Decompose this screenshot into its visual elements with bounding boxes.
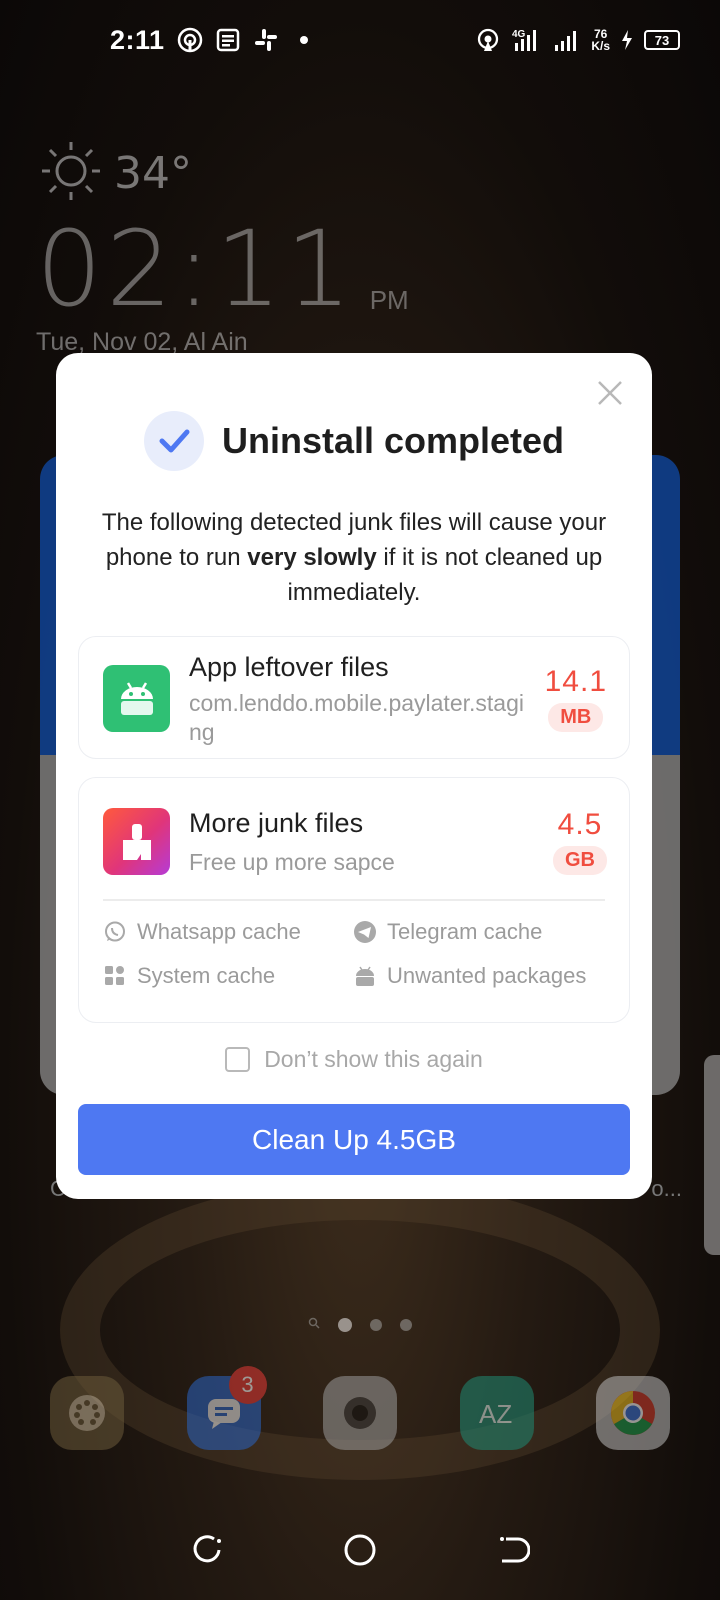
app-leftover-size-unit: MB <box>548 703 604 732</box>
background-label-right: o... <box>651 1176 682 1201</box>
junk-item-telegram: Telegram cache <box>353 919 613 944</box>
junk-item-whatsapp: Whatsapp cache <box>103 919 353 944</box>
more-junk-size-value: 4.5 <box>557 808 603 841</box>
junk-item-label: Unwanted packages <box>387 963 587 988</box>
network-speed-unit: K/s <box>591 39 610 53</box>
app-leftover-size: 14.1 MB <box>545 665 607 732</box>
status-time: 2:11 <box>110 24 165 55</box>
search-page-icon <box>308 1316 320 1334</box>
status-bar: 2:11 4G 76 K/s 73 <box>0 0 720 80</box>
whatsapp-icon <box>103 920 127 944</box>
uninstall-dialog: Uninstall completed The following detect… <box>56 353 652 1199</box>
more-junk-size: 4.5 GB <box>553 808 607 875</box>
app-leftover-size-value: 14.1 <box>544 665 607 698</box>
home-button[interactable] <box>330 1520 390 1580</box>
status-bar-right: 4G 76 K/s 73 <box>475 27 680 53</box>
junk-item-label: System cache <box>137 963 276 988</box>
dialog-header: Uninstall completed <box>56 411 652 471</box>
junk-categories: Whatsapp cache Telegram cache System cac… <box>103 919 613 988</box>
android-app-icon <box>103 665 170 732</box>
page-dot-home <box>338 1318 352 1332</box>
notification-dot-icon <box>291 27 317 53</box>
slack-icon <box>253 27 279 53</box>
app-leftover-card: App leftover files com.lenddo.mobile.pay… <box>78 636 630 759</box>
cellular-signal-icon <box>553 27 581 53</box>
more-junk-size-unit: GB <box>553 846 607 875</box>
junk-item-packages: Unwanted packages <box>353 963 613 988</box>
page-dot <box>400 1319 412 1331</box>
hotspot-icon <box>177 27 203 53</box>
svg-text:4G: 4G <box>512 29 526 40</box>
broom-icon <box>103 808 170 875</box>
news-icon <box>215 27 241 53</box>
battery-indicator: 73 <box>644 30 680 50</box>
dont-show-again[interactable]: Don’t show this again <box>56 1046 652 1073</box>
network-speed: 76 K/s <box>591 28 610 52</box>
system-grid-icon <box>103 964 127 988</box>
weather-widget: 34° <box>40 140 192 207</box>
back-button[interactable] <box>483 1520 543 1580</box>
chrome-app-icon[interactable] <box>596 1376 670 1450</box>
junk-item-system: System cache <box>103 963 353 988</box>
cellular-4g-icon: 4G <box>511 27 543 53</box>
lockscreen-clock-ampm: PM <box>369 285 409 315</box>
app-package-name: com.lenddo.mobile.paylater.staging <box>189 690 524 745</box>
description-emphasis: very slowly <box>247 544 377 571</box>
charging-icon <box>620 27 634 53</box>
status-bar-left: 2:11 <box>110 25 317 56</box>
side-panel-handle[interactable] <box>704 1055 720 1255</box>
messages-app-icon[interactable]: 3 <box>186 1366 267 1450</box>
junk-item-label: Telegram cache <box>387 919 543 944</box>
camera-app-icon[interactable] <box>323 1376 397 1450</box>
dock: 3 AZ <box>50 1366 670 1450</box>
lockscreen-clock: 02:11 PM <box>36 208 409 330</box>
close-button[interactable] <box>592 375 628 411</box>
dont-show-checkbox[interactable] <box>225 1047 251 1072</box>
lockscreen-clock-time: 02:11 <box>36 208 356 330</box>
sun-icon <box>40 140 102 207</box>
weather-temperature: 34° <box>114 148 192 199</box>
svg-text:AZ: AZ <box>479 1399 512 1429</box>
dialog-title: Uninstall completed <box>221 420 565 461</box>
junk-item-label: Whatsapp cache <box>137 919 301 944</box>
phone-app-icon[interactable] <box>50 1376 124 1450</box>
checkmark-icon <box>143 411 204 471</box>
more-junk-card: More junk files Free up more sapce 4.5 G… <box>78 777 630 1023</box>
navigation-bar <box>0 1500 720 1600</box>
android-icon <box>353 964 377 988</box>
dialog-description: The following detected junk files will c… <box>96 505 612 610</box>
divider <box>103 899 605 901</box>
recents-button[interactable] <box>177 1520 237 1580</box>
more-junk-title: More junk files <box>189 808 364 838</box>
app-leftover-title: App leftover files <box>189 652 389 682</box>
hotspot-signal-icon <box>475 27 501 53</box>
page-indicator <box>0 1316 720 1334</box>
dont-show-label: Don’t show this again <box>264 1046 483 1072</box>
messages-badge: 3 <box>228 1366 267 1404</box>
telegram-icon <box>353 920 377 944</box>
close-icon <box>598 381 622 405</box>
az-app-icon[interactable]: AZ <box>459 1376 534 1450</box>
more-junk-subtitle: Free up more sapce <box>189 849 395 875</box>
clean-up-button[interactable]: Clean Up 4.5GB <box>78 1104 630 1175</box>
page-dot <box>370 1319 382 1331</box>
